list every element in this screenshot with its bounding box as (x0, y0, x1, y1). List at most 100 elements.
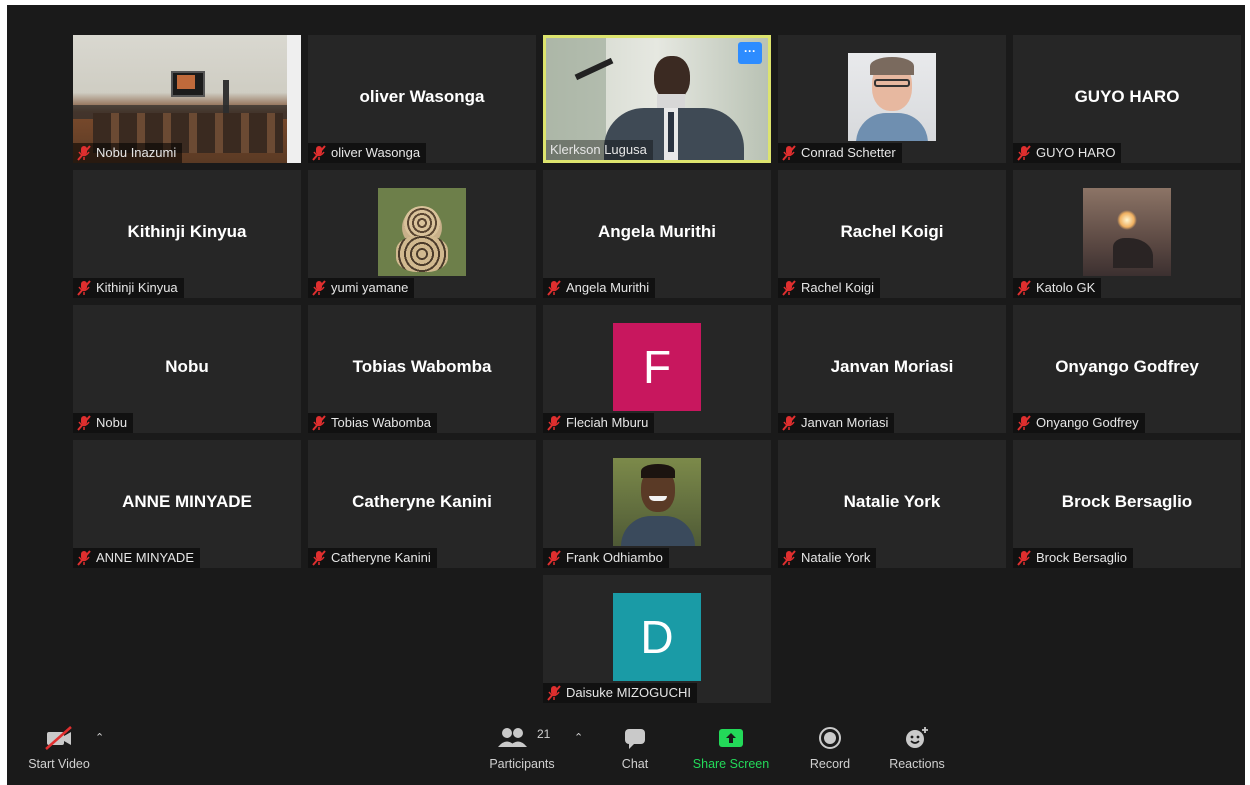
participant-nametag: oliver Wasonga (308, 143, 427, 163)
participants-icon (498, 728, 527, 747)
participant-nametag: GUYO HARO (1013, 143, 1122, 163)
participant-tile[interactable]: Frank Odhiambo (543, 440, 771, 568)
participant-nametag: Rachel Koigi (778, 278, 880, 298)
mic-muted-icon (1017, 550, 1031, 566)
chat-label: Chat (621, 757, 649, 771)
participant-nametag: Nobu Inazumi (73, 143, 183, 163)
participant-tile[interactable]: Nobu Nobu (73, 305, 301, 433)
participant-name: Rachel Koigi (801, 280, 874, 295)
participant-tile[interactable]: Conrad Schetter (778, 35, 1006, 163)
participant-display-name: Janvan Moriasi (830, 357, 954, 376)
profile-picture (1083, 188, 1171, 276)
meeting-toolbar: Start Video ⌃ 21 Participants ⌃ Chat Sha… (7, 725, 1245, 785)
reactions-icon (906, 727, 928, 748)
participant-nametag: Katolo GK (1013, 278, 1102, 298)
share-screen-button[interactable]: Share Screen (689, 725, 773, 771)
avatar-initial: D (640, 611, 674, 663)
start-video-button[interactable]: Start Video (21, 725, 97, 771)
mic-muted-icon (77, 280, 91, 296)
participant-name: Catheryne Kanini (331, 550, 431, 565)
mic-muted-icon (782, 415, 796, 431)
participant-nametag: Klerkson Lugusa (546, 140, 653, 160)
participant-tile[interactable]: Nobu Inazumi (73, 35, 301, 163)
participant-tile[interactable]: ··· Klerkson Lugusa (543, 35, 771, 163)
mic-muted-icon (782, 550, 796, 566)
participant-display-name: Brock Bersaglio (1061, 492, 1193, 511)
mic-muted-icon (1017, 415, 1031, 431)
participant-tile[interactable]: Catheryne Kanini Catheryne Kanini (308, 440, 536, 568)
mic-muted-icon (312, 550, 326, 566)
participant-nametag: ANNE MINYADE (73, 548, 200, 568)
profile-photo (848, 53, 936, 141)
participant-display-name: Catheryne Kanini (352, 492, 492, 511)
participant-display-name: Angela Murithi (597, 222, 717, 241)
profile-photo (1083, 188, 1171, 276)
profile-picture (378, 188, 466, 276)
participant-tile[interactable]: yumi yamane (308, 170, 536, 298)
participant-name: Onyango Godfrey (1036, 415, 1139, 430)
participant-nametag: yumi yamane (308, 278, 415, 298)
participant-nametag: Tobias Wabomba (308, 413, 437, 433)
participant-nametag: Nobu (73, 413, 134, 433)
participant-name: Fleciah Mburu (566, 415, 649, 430)
participants-button[interactable]: 21 Participants (481, 725, 563, 771)
participant-display-name: GUYO HARO (1074, 87, 1180, 106)
chat-button[interactable]: Chat (611, 725, 659, 771)
profile-photo (613, 458, 701, 546)
participant-name: GUYO HARO (1036, 145, 1116, 160)
participant-name: Tobias Wabomba (331, 415, 431, 430)
participant-name: Brock Bersaglio (1036, 550, 1128, 565)
participant-tile[interactable]: D Daisuke MIZOGUCHI (543, 575, 771, 703)
zoom-meeting-window: Nobu Inazumi oliver Wasonga oliver Wasonga… (7, 5, 1245, 785)
start-video-label: Start Video (28, 757, 90, 771)
participant-display-name: Nobu (165, 357, 209, 376)
participant-display-name: Natalie York (843, 492, 941, 511)
participant-name: Natalie York (801, 550, 871, 565)
participant-nametag: Fleciah Mburu (543, 413, 655, 433)
share-screen-icon (719, 729, 743, 747)
mic-muted-icon (547, 280, 561, 296)
mic-muted-icon (1017, 280, 1031, 296)
mic-muted-icon (312, 415, 326, 431)
participant-nametag: Frank Odhiambo (543, 548, 669, 568)
mic-muted-icon (1017, 145, 1031, 161)
video-options-chevron-icon[interactable]: ⌃ (95, 731, 104, 744)
record-button[interactable]: Record (803, 725, 857, 771)
participant-tile[interactable]: Brock Bersaglio Brock Bersaglio (1013, 440, 1241, 568)
participant-display-name: Tobias Wabomba (352, 357, 492, 376)
participant-display-name: Kithinji Kinyua (127, 222, 247, 241)
participant-name: Kithinji Kinyua (96, 280, 178, 295)
mic-muted-icon (547, 685, 561, 701)
participant-tile[interactable]: Janvan Moriasi Janvan Moriasi (778, 305, 1006, 433)
participant-nametag: Kithinji Kinyua (73, 278, 184, 298)
participant-name: Katolo GK (1036, 280, 1096, 295)
reactions-button[interactable]: Reactions (883, 725, 951, 771)
participant-tile[interactable]: Rachel Koigi Rachel Koigi (778, 170, 1006, 298)
participant-tile[interactable]: Kithinji Kinyua Kithinji Kinyua (73, 170, 301, 298)
participant-nametag: Daisuke MIZOGUCHI (543, 683, 697, 703)
participant-tile[interactable]: Katolo GK (1013, 170, 1241, 298)
participant-tile[interactable]: Tobias Wabomba Tobias Wabomba (308, 305, 536, 433)
participant-nametag: Catheryne Kanini (308, 548, 437, 568)
participant-name: Daisuke MIZOGUCHI (566, 685, 691, 700)
participant-tile[interactable]: Onyango Godfrey Onyango Godfrey (1013, 305, 1241, 433)
participant-name: oliver Wasonga (331, 145, 421, 160)
participant-name: Klerkson Lugusa (550, 142, 647, 157)
more-options-button[interactable]: ··· (738, 42, 762, 64)
participants-options-chevron-icon[interactable]: ⌃ (574, 731, 583, 744)
participant-name: Frank Odhiambo (566, 550, 663, 565)
participant-tile[interactable]: ANNE MINYADE ANNE MINYADE (73, 440, 301, 568)
participant-name: yumi yamane (331, 280, 409, 295)
participant-tile[interactable]: GUYO HARO GUYO HARO (1013, 35, 1241, 163)
participant-tile[interactable]: oliver Wasonga oliver Wasonga (308, 35, 536, 163)
mic-muted-icon (77, 145, 91, 161)
participant-tile[interactable]: Natalie York Natalie York (778, 440, 1006, 568)
participant-nametag: Conrad Schetter (778, 143, 902, 163)
participant-nametag: Natalie York (778, 548, 877, 568)
participant-tile[interactable]: Angela Murithi Angela Murithi (543, 170, 771, 298)
participant-tile[interactable]: F Fleciah Mburu (543, 305, 771, 433)
participant-name: Angela Murithi (566, 280, 650, 295)
participant-name: ANNE MINYADE (96, 550, 194, 565)
mic-muted-icon (547, 415, 561, 431)
profile-photo (378, 188, 466, 276)
